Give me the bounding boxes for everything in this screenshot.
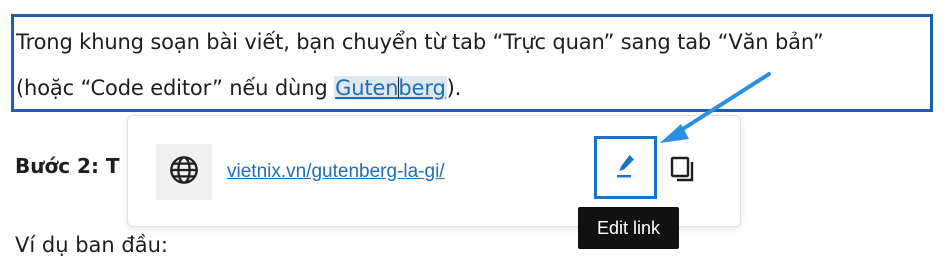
link-text-part-1: Guten — [335, 76, 399, 100]
globe-icon — [168, 154, 200, 190]
inline-link-gutenberg[interactable]: Gutenberg — [334, 76, 447, 100]
paragraph-line-2[interactable]: (hoặc “Code editor” nếu dùng Gutenberg). — [16, 76, 461, 100]
edit-link-button[interactable] — [594, 136, 657, 199]
example-paragraph[interactable]: Ví dụ ban đầu: — [15, 233, 168, 257]
link-url[interactable]: vietnix.vn/gutenberg-la-gi/ — [227, 161, 445, 183]
step-2-heading[interactable]: Bước 2: T — [15, 154, 120, 178]
copy-icon — [668, 154, 698, 188]
paragraph-text-after-link: ). — [446, 76, 462, 100]
edit-link-tooltip: Edit link — [578, 207, 679, 249]
copy-link-button[interactable] — [663, 151, 703, 191]
pencil-icon — [613, 152, 639, 184]
link-text-part-2: berg — [398, 76, 446, 100]
selected-paragraph-block[interactable]: Trong khung soạn bài viết, bạn chuyển từ… — [11, 14, 933, 112]
paragraph-line-1[interactable]: Trong khung soạn bài viết, bạn chuyển từ… — [16, 30, 824, 54]
site-favicon — [156, 144, 212, 200]
paragraph-text-before-link: (hoặc “Code editor” nếu dùng — [16, 76, 335, 100]
